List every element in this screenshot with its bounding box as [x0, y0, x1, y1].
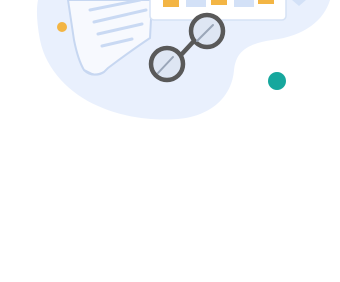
- chart-bar: [234, 0, 254, 7]
- teal-dot: [268, 72, 286, 90]
- chart-bar: [258, 0, 274, 4]
- document-review-illustration: [36, 0, 331, 120]
- bar-chart-card-icon: [149, 0, 306, 21]
- chart-bar: [211, 0, 227, 5]
- orange-dot: [57, 22, 67, 32]
- chart-bar: [163, 0, 179, 7]
- chart-bar: [186, 0, 206, 7]
